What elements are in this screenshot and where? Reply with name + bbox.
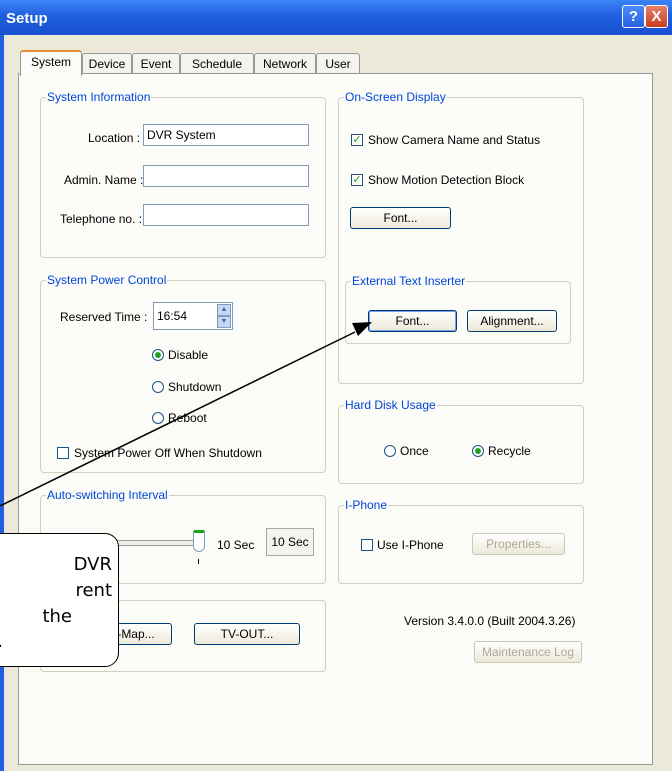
callout-line: DVR [73, 554, 112, 575]
callout-line: rent [75, 580, 112, 601]
callout-line: the [42, 606, 72, 627]
callout-line: . [0, 631, 3, 652]
annotation-callout: DVR rent the . [0, 533, 119, 667]
